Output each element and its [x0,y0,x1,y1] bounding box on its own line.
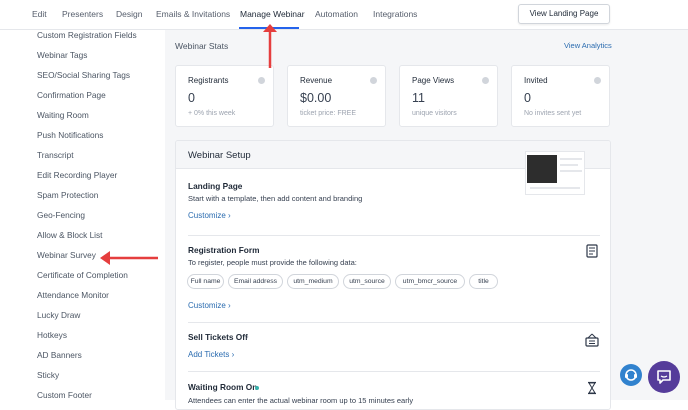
stat-label: Page Views [412,76,455,85]
stat-value: 0 [524,91,531,105]
sidebar-item-custom-footer[interactable]: Custom Footer [37,390,92,400]
sidebar-item-attendance-monitor[interactable]: Attendance Monitor [37,290,109,300]
info-icon[interactable] [594,77,601,84]
form-icon [586,244,598,258]
landing-page-title: Landing Page [188,181,243,191]
webinar-setup-title: Webinar Setup [188,150,251,161]
annotation-arrow-up-icon [263,24,277,68]
chevron-right-icon: › [246,332,249,341]
sidebar-item-ad-banners[interactable]: AD Banners [37,350,82,360]
tab-edit[interactable]: Edit [32,9,47,19]
stat-label: Invited [524,76,548,85]
sidebar-item-transcript[interactable]: Transcript [37,150,74,160]
section-divider [188,322,600,323]
stat-label: Registrants [188,76,229,85]
waiting-room-title: Waiting Room On [188,382,258,392]
registration-form-title: Registration Form [188,245,260,255]
registration-customize-link[interactable]: Customize › [188,301,231,310]
sidebar-item-hotkeys[interactable]: Hotkeys [37,330,67,340]
sidebar-item-confirmation-page[interactable]: Confirmation Page [37,90,106,100]
sidebar-item-push-notifications[interactable]: Push Notifications [37,130,103,140]
sidebar-item-lucky-draw[interactable]: Lucky Draw [37,310,80,320]
stat-card-revenue: Revenue $0.00 ticket price: FREE [287,65,386,127]
annotation-arrow-left-icon [100,251,158,265]
tickets-icon [585,333,599,347]
info-icon[interactable] [482,77,489,84]
info-icon[interactable] [370,77,377,84]
add-tickets-link[interactable]: Add Tickets › [188,350,234,359]
stat-subtext: No invites sent yet [524,110,582,117]
thumbnail-hero [527,155,557,183]
webinar-setup-panel: Webinar Setup Landing Page Start with a … [175,140,611,410]
section-divider [188,371,600,372]
sell-tickets-title: Sell Tickets Off [188,332,248,342]
stat-card-page-views: Page Views 11 unique visitors [399,65,498,127]
sidebar-item-sticky[interactable]: Sticky [37,370,59,380]
sidebar: Custom Registration Fields Webinar Tags … [0,30,165,400]
headset-icon [625,369,637,381]
thumbnail-line [560,170,582,172]
stat-card-invited: Invited 0 No invites sent yet [511,65,610,127]
support-chat-button[interactable] [620,364,642,386]
field-chip-utm-bmcr-source: utm_bmcr_source [395,274,465,289]
info-icon[interactable] [258,77,265,84]
view-analytics-link[interactable]: View Analytics [564,41,612,50]
sidebar-item-seo-social-sharing[interactable]: SEO/Social Sharing Tags [37,70,130,80]
status-dot-icon [255,386,259,390]
main-content: Webinar Stats View Analytics Registrants… [165,30,688,410]
tab-design[interactable]: Design [116,9,142,19]
tab-emails-invitations[interactable]: Emails & Invitations [156,9,230,19]
stat-label: Revenue [300,76,333,85]
landing-page-desc: Start with a template, then add content … [188,194,363,203]
top-navigation: Edit Presenters Design Emails & Invitati… [0,0,688,30]
webinar-stats-title: Webinar Stats [175,41,229,51]
stat-value: 0 [188,91,195,105]
messenger-chat-button[interactable] [648,361,680,393]
sidebar-item-allow-block-list[interactable]: Allow & Block List [37,230,102,240]
tab-presenters[interactable]: Presenters [62,9,103,19]
sidebar-item-certificate-of-completion[interactable]: Certificate of Completion [37,270,128,280]
landing-page-thumbnail [525,151,585,195]
chat-bubble-icon [657,370,671,384]
stat-card-registrants: Registrants 0 + 0% this week [175,65,274,127]
sidebar-item-custom-registration-fields[interactable]: Custom Registration Fields [37,30,137,40]
hourglass-icon [588,381,596,395]
field-chip-utm-source: utm_source [343,274,391,289]
landing-customize-link[interactable]: Customize › [188,211,231,220]
waiting-room-desc: Attendees can enter the actual webinar r… [188,396,414,405]
thumbnail-line [560,164,578,166]
thumbnail-line [530,187,580,189]
sidebar-item-waiting-room[interactable]: Waiting Room [37,110,89,120]
tab-automation[interactable]: Automation [315,9,358,19]
registration-form-desc: To register, people must provide the fol… [188,258,357,267]
tab-manage-webinar[interactable]: Manage Webinar [240,9,305,19]
field-chip-title: title [469,274,498,289]
sidebar-item-edit-recording-player[interactable]: Edit Recording Player [37,170,117,180]
sidebar-item-webinar-tags[interactable]: Webinar Tags [37,50,87,60]
field-chip-full-name: Full name [187,274,224,289]
sidebar-item-webinar-survey[interactable]: Webinar Survey [37,250,96,260]
field-chip-email-address: Email address [228,274,283,289]
sidebar-item-geo-fencing[interactable]: Geo-Fencing [37,210,85,220]
stat-subtext: ticket price: FREE [300,110,357,117]
tab-integrations[interactable]: Integrations [373,9,417,19]
stat-subtext: unique visitors [412,110,457,117]
thumbnail-line [560,158,582,160]
stat-value: 11 [412,91,425,105]
section-divider [188,235,600,236]
sidebar-item-spam-protection[interactable]: Spam Protection [37,190,98,200]
field-chip-utm-medium: utm_medium [287,274,339,289]
stat-subtext: + 0% this week [188,110,236,117]
stat-value: $0.00 [300,91,332,105]
view-landing-page-button[interactable]: View Landing Page [518,4,610,24]
